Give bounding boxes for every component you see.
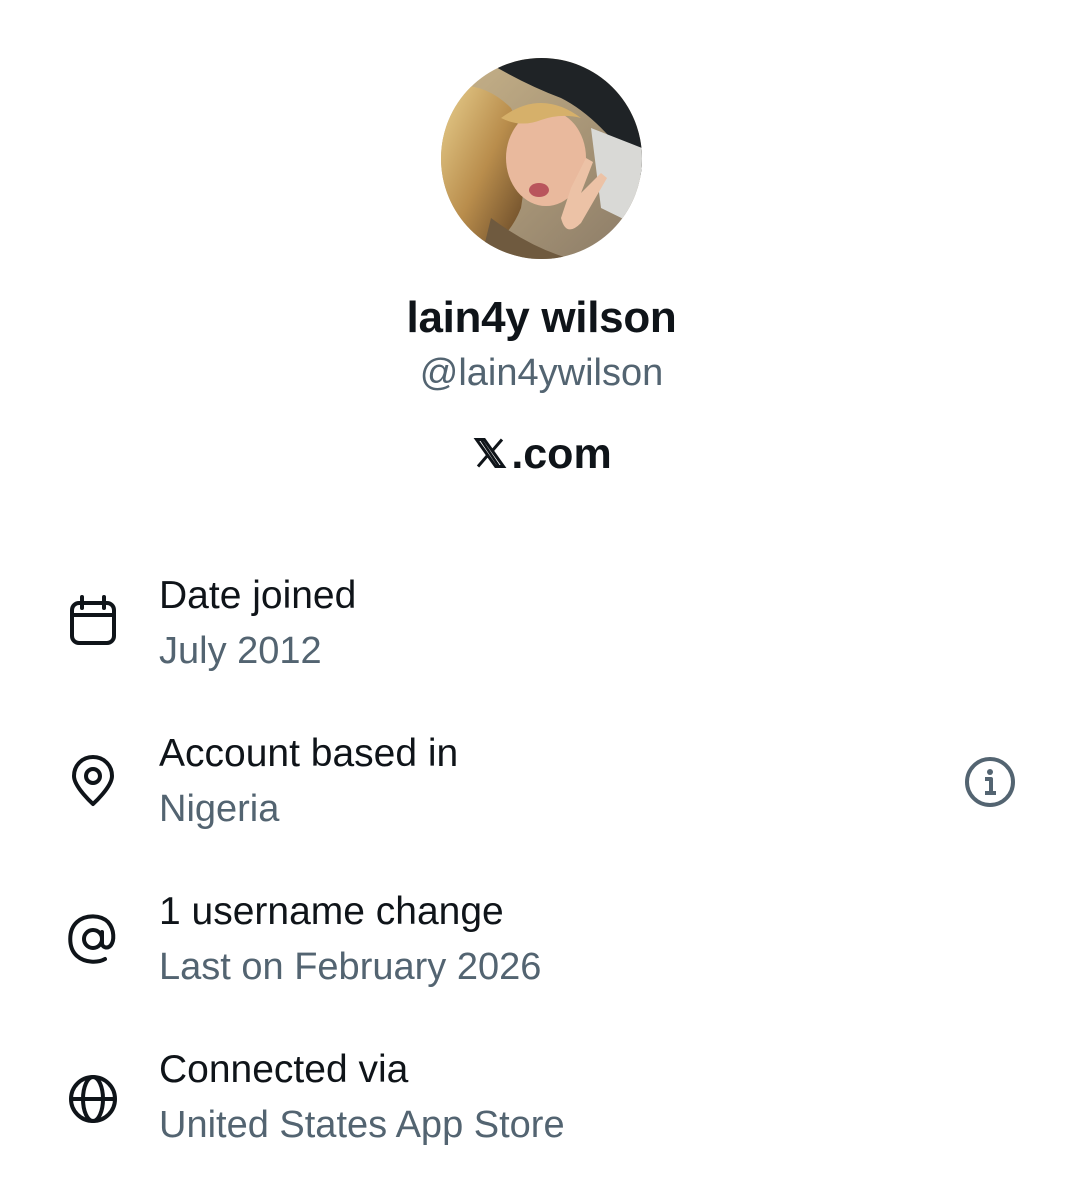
date-joined-value: July 2012 — [159, 630, 322, 672]
avatar-image — [441, 58, 642, 259]
username-handle: @lain4ywilson — [419, 352, 664, 394]
username-change-row: 1 username change Last on February 2026 — [0, 890, 1083, 1010]
connected-via-row: Connected via United States App Store — [0, 1048, 1083, 1168]
username-change-label: 1 username change — [159, 890, 504, 933]
account-based-in-row: Account based in Nigeria — [0, 732, 1083, 852]
connected-via-label: Connected via — [159, 1048, 409, 1091]
site-text: .com — [511, 430, 612, 478]
display-name: lain4y wilson — [406, 293, 677, 342]
calendar-icon — [70, 595, 116, 645]
account-based-in-value: Nigeria — [159, 788, 280, 830]
date-joined-label: Date joined — [159, 574, 357, 617]
location-pin-icon — [72, 755, 114, 806]
username-change-value: Last on February 2026 — [159, 946, 542, 988]
x-logo-icon — [473, 438, 507, 468]
connected-via-value: United States App Store — [159, 1104, 565, 1146]
account-based-in-label: Account based in — [159, 732, 459, 775]
globe-icon — [69, 1075, 117, 1123]
profile-avatar[interactable] — [441, 58, 642, 259]
info-icon[interactable] — [962, 754, 1018, 810]
date-joined-row: Date joined July 2012 — [0, 574, 1083, 694]
account-site: .com — [0, 430, 1083, 479]
at-sign-icon — [68, 914, 116, 964]
